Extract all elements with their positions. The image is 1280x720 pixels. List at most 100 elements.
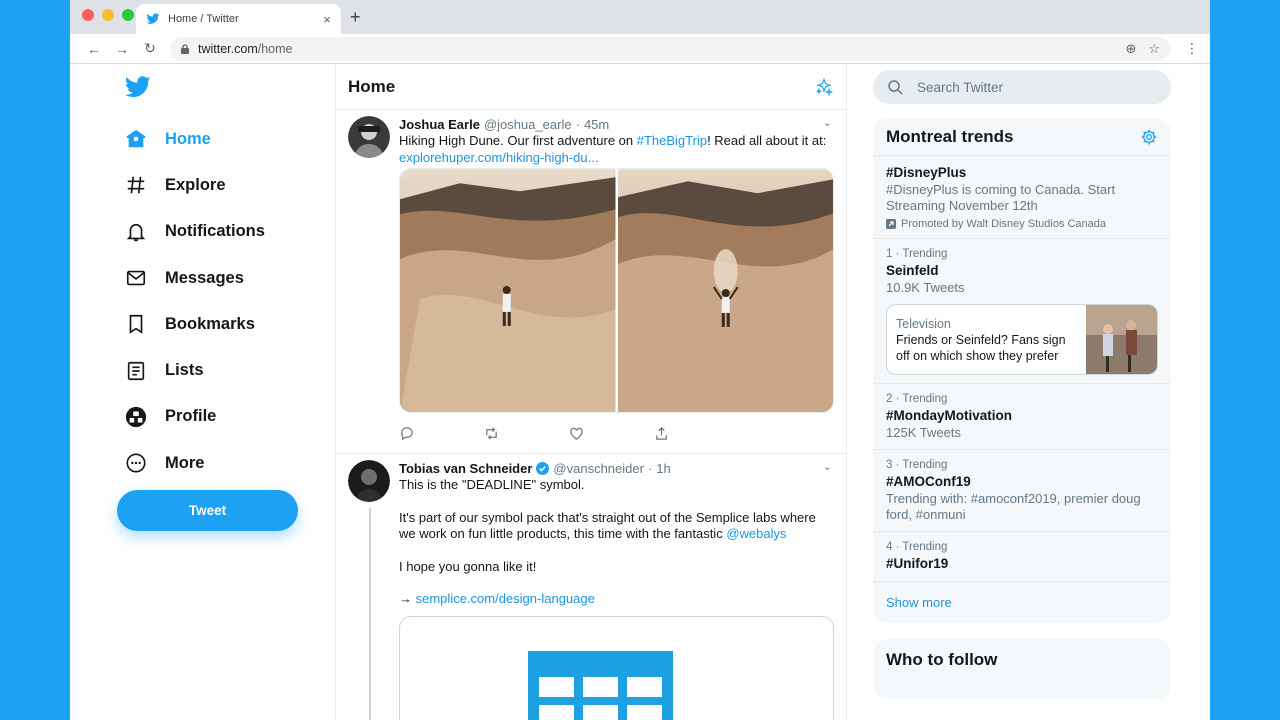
link-card[interactable] — [399, 615, 834, 720]
list-icon — [127, 361, 145, 380]
tweet-time[interactable]: 45m — [584, 117, 609, 132]
author-name[interactable]: Tobias van Schneider — [399, 461, 532, 476]
tweet-text: This is the "DEADLINE" symbol. It's part… — [399, 477, 834, 608]
nav-more[interactable]: More — [115, 440, 265, 486]
trend-count: 125K Tweets — [886, 425, 961, 440]
back-arrow-icon[interactable]: ← — [80, 41, 108, 57]
envelope-icon — [126, 270, 146, 286]
browser-tab[interactable]: Home / Twitter × — [136, 4, 341, 34]
install-app-icon[interactable]: ⊕ — [1125, 41, 1136, 57]
tweet-time[interactable]: 1h — [656, 461, 670, 476]
trends-header: Montreal trends — [873, 118, 1171, 156]
promoted-icon — [886, 219, 896, 229]
home-icon — [126, 129, 146, 148]
trend-item[interactable]: 1 · Trending Seinfeld 10.9K Tweets Telev… — [873, 239, 1171, 384]
retweet-icon — [486, 426, 497, 440]
reply-button[interactable] — [399, 426, 484, 441]
deadline-symbol-image — [528, 650, 673, 720]
mention-link[interactable]: @webalys — [726, 526, 786, 541]
hashtag-link[interactable]: #TheBigTrip — [637, 133, 707, 148]
author-handle[interactable]: @vanschneider — [553, 461, 644, 476]
sparkle-icon[interactable] — [814, 77, 834, 97]
news-category: Television — [896, 317, 951, 331]
url-path: /home — [257, 41, 293, 56]
page-title: Home — [348, 76, 396, 96]
reply-icon — [401, 426, 413, 440]
bookmark-star-icon[interactable]: ☆ — [1148, 41, 1160, 57]
arrow-glyph: → — [399, 591, 416, 606]
author-handle[interactable]: @joshua_earle — [484, 117, 572, 132]
tweet-text-part: ! Read all about it at: — [707, 133, 827, 148]
trend-name: #DisneyPlus — [886, 165, 967, 180]
promoted-label: Promoted by Walt Disney Studios Canada — [886, 218, 1158, 230]
twitter-app: Home Explore Notifications Messages Book… — [70, 64, 1210, 720]
close-window-button[interactable] — [82, 9, 94, 21]
trends-panel: Montreal trends #DisneyPlus #DisneyPlus … — [873, 118, 1171, 623]
news-thumbnail — [1086, 305, 1157, 374]
tweet-text: Hiking High Dune. Our first adventure on… — [399, 133, 834, 166]
nav-notifications[interactable]: Notifications — [115, 209, 265, 255]
retweet-button[interactable] — [484, 426, 569, 441]
minimize-window-button[interactable] — [102, 9, 114, 21]
verified-badge-icon — [536, 461, 550, 475]
tweet-media[interactable] — [399, 168, 834, 413]
chevron-down-icon[interactable]: ⌄ — [823, 460, 832, 473]
share-icon — [656, 426, 667, 440]
tweet[interactable]: Tobias van Schneider @vanschneider · 1h … — [336, 454, 846, 720]
trend-count: 10.9K Tweets — [886, 280, 965, 295]
trends-title: Montreal trends — [886, 126, 1014, 146]
trend-item[interactable]: 2 · Trending #MondayMotivation 125K Twee… — [873, 384, 1171, 450]
timeline-header: Home — [336, 64, 846, 110]
search-input[interactable]: Search Twitter — [873, 70, 1171, 104]
desert-photo-left[interactable] — [400, 169, 616, 413]
share-button[interactable] — [654, 426, 739, 441]
avatar[interactable] — [348, 460, 390, 502]
tweet-url-link[interactable]: semplice.com/design-language — [416, 591, 595, 606]
maximize-window-button[interactable] — [122, 9, 134, 21]
reload-icon[interactable]: ↻ — [136, 40, 164, 57]
trend-item[interactable]: 4 · Trending #Unifor19 — [873, 532, 1171, 582]
trend-name: #Unifor19 — [886, 556, 949, 571]
news-card[interactable]: Television Friends or Seinfeld? Fans sig… — [886, 304, 1158, 375]
tweet[interactable]: Joshua Earle @joshua_earle · 45m ⌄ Hikin… — [336, 110, 846, 454]
avatar[interactable] — [348, 116, 390, 158]
trend-meta: 3 · Trending — [886, 459, 948, 471]
nav-explore[interactable]: Explore — [115, 162, 265, 208]
browser-toolbar: ← → ↻ twitter.com/home ⊕ ☆ ⋮ — [70, 34, 1210, 64]
nav-bookmarks-label: Bookmarks — [165, 314, 255, 333]
who-to-follow-panel: Who to follow — [873, 639, 1171, 699]
nav-home[interactable]: Home — [115, 116, 265, 162]
browser-window: Home / Twitter × + ← → ↻ twitter.com/hom… — [70, 0, 1210, 720]
show-more-link[interactable]: Show more — [873, 582, 1171, 623]
search-placeholder: Search Twitter — [917, 79, 1004, 95]
bell-icon — [126, 223, 146, 241]
window-controls — [82, 9, 134, 21]
hashtag-icon — [127, 177, 145, 194]
author-name[interactable]: Joshua Earle — [399, 117, 480, 132]
browser-menu-icon[interactable]: ⋮ — [1184, 40, 1200, 57]
nav-bookmarks[interactable]: Bookmarks — [115, 301, 265, 347]
tweet-text-part: Hiking High Dune. Our first adventure on — [399, 133, 637, 148]
gear-icon[interactable] — [1140, 128, 1158, 146]
url-host: twitter.com — [198, 41, 258, 56]
nav-profile[interactable]: Profile — [115, 394, 265, 440]
tweet-url-link[interactable]: explorehuper.com/hiking-high-du... — [399, 150, 598, 165]
trend-name: #MondayMotivation — [886, 408, 1013, 423]
new-tab-button[interactable]: + — [350, 7, 361, 28]
forward-arrow-icon[interactable]: → — [108, 41, 136, 57]
address-bar[interactable]: twitter.com/home ⊕ ☆ — [170, 36, 1170, 61]
chevron-down-icon[interactable]: ⌄ — [823, 116, 832, 129]
nav-home-label: Home — [165, 129, 211, 148]
nav-lists[interactable]: Lists — [115, 347, 265, 393]
trend-name: Seinfeld — [886, 263, 939, 278]
nav-messages[interactable]: Messages — [115, 255, 265, 301]
tab-strip: Home / Twitter × + — [70, 0, 1210, 34]
nav-messages-label: Messages — [165, 268, 244, 287]
tab-close-icon[interactable]: × — [323, 12, 331, 27]
trend-item[interactable]: 3 · Trending #AMOConf19 Trending with: #… — [873, 450, 1171, 532]
promoted-trend[interactable]: #DisneyPlus #DisneyPlus is coming to Can… — [873, 156, 1171, 239]
tweet-button[interactable]: Tweet — [117, 490, 298, 531]
like-button[interactable] — [569, 426, 654, 441]
desert-photo-right[interactable] — [617, 169, 834, 413]
twitter-logo-icon[interactable] — [125, 76, 151, 98]
